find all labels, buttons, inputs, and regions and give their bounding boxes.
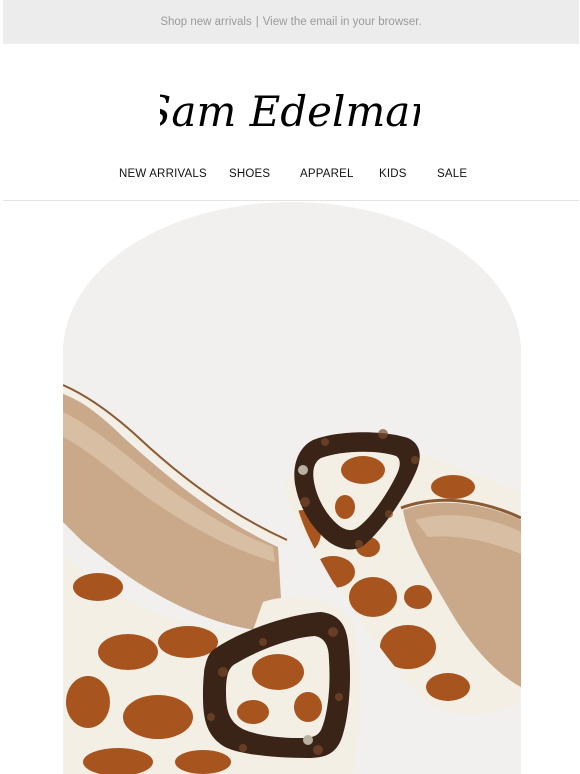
nav-item-kids[interactable]: KIDS xyxy=(379,168,407,180)
preheader-bar: Shop new arrivals | View the email in yo… xyxy=(3,0,579,44)
view-in-browser-link[interactable]: View the email in your browser. xyxy=(263,16,422,28)
main-nav: NEW ARRIVALS SHOES APPAREL KIDS SALE xyxy=(0,168,580,188)
email-body: Shop new arrivals | View the email in yo… xyxy=(0,0,580,774)
sam-edelman-logo: Sam Edelman xyxy=(160,87,420,136)
nav-item-shoes[interactable]: SHOES xyxy=(229,168,270,180)
shop-new-arrivals-link[interactable]: Shop new arrivals xyxy=(160,16,251,28)
preheader-separator: | xyxy=(255,16,259,28)
nav-item-apparel[interactable]: APPAREL xyxy=(300,168,354,180)
nav-item-sale[interactable]: SALE xyxy=(437,168,467,180)
hero-image xyxy=(63,202,521,774)
nav-divider xyxy=(3,200,579,201)
logo-text: Sam Edelman xyxy=(160,87,420,136)
nav-item-new-arrivals[interactable]: NEW ARRIVALS xyxy=(119,168,207,180)
